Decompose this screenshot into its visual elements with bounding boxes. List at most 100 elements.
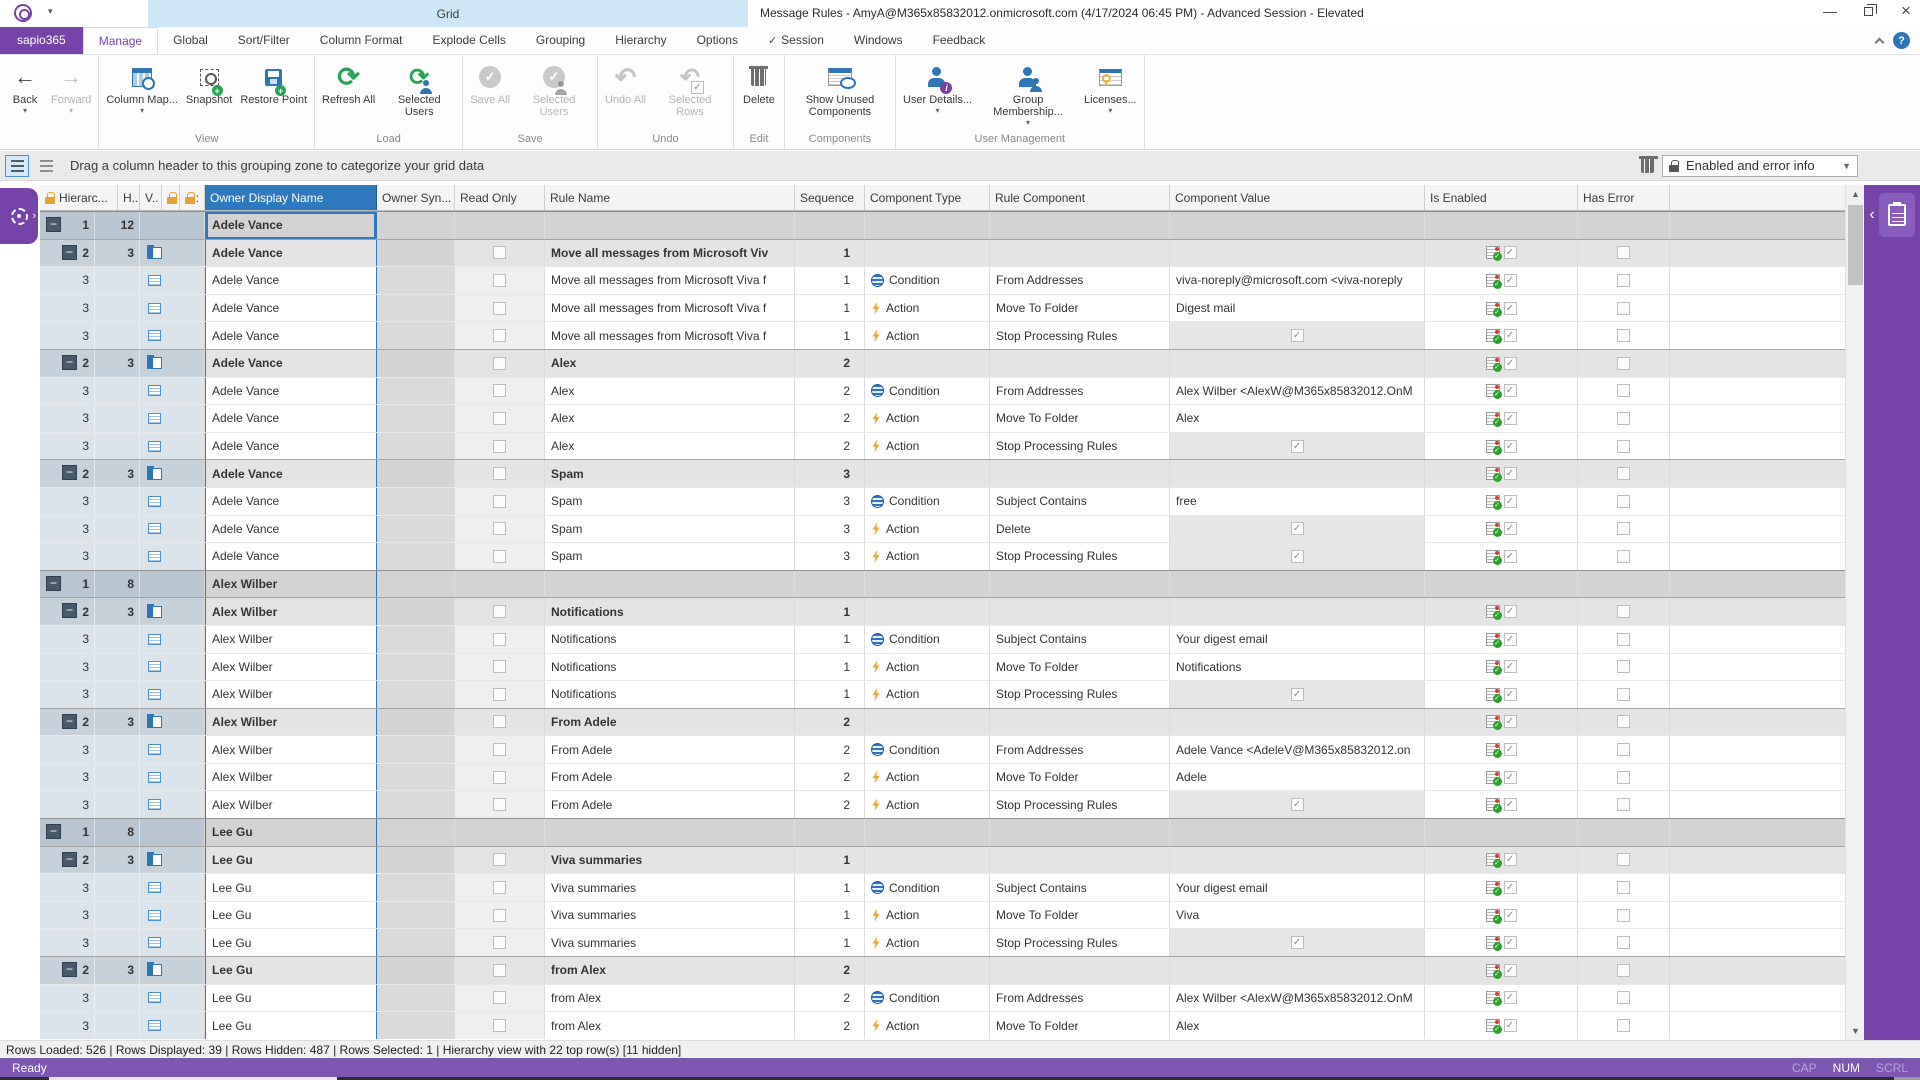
rule-component-cell[interactable]: Move To Folder bbox=[990, 902, 1170, 929]
owner-sync-cell[interactable] bbox=[377, 460, 455, 487]
hierarchy-cell[interactable]: 3 bbox=[40, 405, 205, 432]
component-type-cell[interactable]: Action bbox=[865, 902, 990, 929]
component-value-cell[interactable]: Alex bbox=[1170, 405, 1425, 432]
owner-cell[interactable]: Alex Wilber bbox=[205, 626, 377, 653]
grid-row[interactable]: −23Adele VanceMove all messages from Mic… bbox=[40, 239, 1845, 267]
tab-feedback[interactable]: Feedback bbox=[918, 27, 1001, 54]
flat-view-toggle[interactable] bbox=[34, 155, 58, 177]
rule-component-cell[interactable]: Move To Folder bbox=[990, 1012, 1170, 1039]
read-only-cell[interactable] bbox=[455, 902, 545, 929]
read-only-cell[interactable] bbox=[455, 1012, 545, 1039]
column-header-component-type[interactable]: Component Type bbox=[865, 185, 990, 210]
hierarchy-cell[interactable]: −23 bbox=[40, 240, 205, 267]
sequence-cell[interactable]: 1 bbox=[795, 626, 865, 653]
rule-component-cell[interactable] bbox=[990, 350, 1170, 377]
component-value-cell[interactable] bbox=[1170, 819, 1425, 846]
hierarchy-cell[interactable]: −23 bbox=[40, 957, 205, 984]
is-enabled-cell[interactable]: ✓ bbox=[1425, 433, 1578, 460]
read-only-cell[interactable] bbox=[455, 791, 545, 818]
component-value-cell[interactable]: Alex Wilber <AlexW@M365x85832012.OnM bbox=[1170, 985, 1425, 1012]
has-error-cell[interactable] bbox=[1578, 819, 1670, 846]
hierarchy-cell[interactable]: −23 bbox=[40, 709, 205, 736]
grid-row[interactable]: −23Adele VanceAlex2✓ bbox=[40, 349, 1845, 377]
scroll-up-icon[interactable]: ▲ bbox=[1846, 185, 1865, 203]
quick-access-caret-icon[interactable]: ▾ bbox=[48, 6, 53, 17]
has-error-cell[interactable] bbox=[1578, 267, 1670, 294]
grid-row[interactable]: 3Lee Gufrom Alex2ActionMove To FolderAle… bbox=[40, 1011, 1845, 1039]
component-type-cell[interactable]: Action bbox=[865, 405, 990, 432]
grid-row[interactable]: 3Adele VanceMove all messages from Micro… bbox=[40, 266, 1845, 294]
owner-sync-cell[interactable] bbox=[377, 543, 455, 570]
hierarchy-cell[interactable]: −18 bbox=[40, 819, 205, 846]
forward-button[interactable]: → Forward▾ bbox=[47, 57, 95, 115]
rule-component-cell[interactable]: From Addresses bbox=[990, 378, 1170, 405]
column-header-hierarchy[interactable]: Hierarc... bbox=[40, 185, 118, 210]
is-enabled-cell[interactable]: ✓ bbox=[1425, 598, 1578, 625]
column-header-rule-name[interactable]: Rule Name bbox=[545, 185, 795, 210]
tab-hierarchy[interactable]: Hierarchy bbox=[600, 27, 681, 54]
sequence-cell[interactable] bbox=[795, 212, 865, 239]
undo-selected-rows-button[interactable]: ↶✓ Selected Rows bbox=[650, 57, 730, 118]
owner-cell[interactable]: Alex Wilber bbox=[205, 681, 377, 708]
grid-row[interactable]: 3Adele VanceAlex2ActionStop Processing R… bbox=[40, 432, 1845, 460]
component-type-cell[interactable] bbox=[865, 847, 990, 874]
read-only-cell[interactable] bbox=[455, 571, 545, 598]
rule-component-cell[interactable]: Stop Processing Rules bbox=[990, 791, 1170, 818]
component-type-cell[interactable]: Condition bbox=[865, 985, 990, 1012]
is-enabled-cell[interactable]: ✓ bbox=[1425, 488, 1578, 515]
tab-session[interactable]: ✓Session bbox=[753, 27, 839, 54]
rule-name-cell[interactable]: Alex bbox=[545, 433, 795, 460]
rule-component-cell[interactable]: Move To Folder bbox=[990, 654, 1170, 681]
sequence-cell[interactable]: 1 bbox=[795, 847, 865, 874]
read-only-cell[interactable] bbox=[455, 543, 545, 570]
rule-name-cell[interactable]: Viva summaries bbox=[545, 929, 795, 956]
component-type-cell[interactable]: Action bbox=[865, 516, 990, 543]
owner-sync-cell[interactable] bbox=[377, 571, 455, 598]
is-enabled-cell[interactable]: ✓ bbox=[1425, 681, 1578, 708]
component-value-cell[interactable]: ✓ bbox=[1170, 681, 1425, 708]
sequence-cell[interactable]: 2 bbox=[795, 764, 865, 791]
rule-component-cell[interactable]: Stop Processing Rules bbox=[990, 433, 1170, 460]
owner-sync-cell[interactable] bbox=[377, 405, 455, 432]
has-error-cell[interactable] bbox=[1578, 405, 1670, 432]
hierarchy-cell[interactable]: 3 bbox=[40, 764, 205, 791]
component-value-cell[interactable]: Alex bbox=[1170, 1012, 1425, 1039]
hierarchy-cell[interactable]: −23 bbox=[40, 847, 205, 874]
component-type-cell[interactable]: Condition bbox=[865, 626, 990, 653]
grid-row[interactable]: 3Adele VanceMove all messages from Micro… bbox=[40, 294, 1845, 322]
rule-name-cell[interactable]: Spam bbox=[545, 543, 795, 570]
rule-name-cell[interactable]: From Adele bbox=[545, 736, 795, 763]
grid-row[interactable]: 3Alex WilberFrom Adele2ConditionFrom Add… bbox=[40, 735, 1845, 763]
grid-row[interactable]: 3Adele VanceSpam3ActionDelete✓✓ bbox=[40, 515, 1845, 543]
component-value-cell[interactable]: Your digest email bbox=[1170, 874, 1425, 901]
owner-sync-cell[interactable] bbox=[377, 736, 455, 763]
rule-name-cell[interactable]: Viva summaries bbox=[545, 902, 795, 929]
rule-component-cell[interactable] bbox=[990, 957, 1170, 984]
grid-row[interactable]: 3Lee GuViva summaries1ActionStop Process… bbox=[40, 928, 1845, 956]
rule-component-cell[interactable]: From Addresses bbox=[990, 985, 1170, 1012]
is-enabled-cell[interactable]: ✓ bbox=[1425, 240, 1578, 267]
owner-sync-cell[interactable] bbox=[377, 516, 455, 543]
read-only-cell[interactable] bbox=[455, 626, 545, 653]
owner-cell[interactable]: Adele Vance bbox=[205, 460, 377, 487]
grid-row[interactable]: 3Lee Gufrom Alex2ConditionFrom Addresses… bbox=[40, 984, 1845, 1012]
vertical-scrollbar[interactable]: ▲ ▼ bbox=[1845, 185, 1864, 1040]
component-value-cell[interactable]: free bbox=[1170, 488, 1425, 515]
sequence-cell[interactable]: 1 bbox=[795, 874, 865, 901]
hierarchy-cell[interactable]: 3 bbox=[40, 902, 205, 929]
hierarchy-cell[interactable]: 3 bbox=[40, 626, 205, 653]
rule-component-cell[interactable] bbox=[990, 598, 1170, 625]
owner-sync-cell[interactable] bbox=[377, 1012, 455, 1039]
component-value-cell[interactable]: ✓ bbox=[1170, 929, 1425, 956]
tab-sort-filter[interactable]: Sort/Filter bbox=[223, 27, 305, 54]
component-type-cell[interactable] bbox=[865, 709, 990, 736]
rule-name-cell[interactable]: Notifications bbox=[545, 654, 795, 681]
hierarchy-cell[interactable]: −23 bbox=[40, 350, 205, 377]
owner-cell[interactable]: Lee Gu bbox=[205, 847, 377, 874]
rule-name-cell[interactable]: Notifications bbox=[545, 598, 795, 625]
column-header-owner-display-name[interactable]: Owner Display Name bbox=[205, 185, 377, 210]
owner-cell[interactable]: Adele Vance bbox=[205, 295, 377, 322]
grid-row[interactable]: 3Alex WilberFrom Adele2ActionMove To Fol… bbox=[40, 763, 1845, 791]
owner-cell[interactable]: Alex Wilber bbox=[205, 571, 377, 598]
hierarchy-cell[interactable]: 3 bbox=[40, 295, 205, 322]
